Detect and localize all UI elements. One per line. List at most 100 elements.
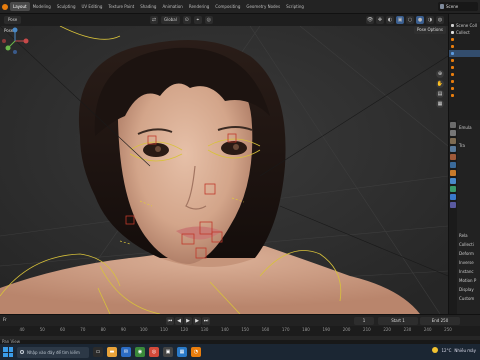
weather-icon[interactable] (432, 347, 439, 353)
viewport-header: Pose ⇄ Global ⊙ ⌖ ◎ 👁 ✥ ◐ ▣ ○ ● ◑ ◍ (0, 14, 448, 26)
prev-key-icon[interactable]: ◀ (175, 317, 183, 325)
visibility-icon[interactable]: 👁 (366, 16, 374, 24)
windows-start-icon[interactable] (3, 347, 13, 357)
modifier-tab-icon[interactable] (450, 178, 456, 184)
jump-end-icon[interactable]: ⏭ (202, 317, 210, 325)
workspace-tab-animation[interactable]: Animation (159, 2, 185, 11)
file-explorer-icon[interactable]: ▬ (107, 347, 117, 357)
outliner-item[interactable]: Scene Coll (449, 22, 480, 29)
workspace-tab-geometry-nodes[interactable]: Geometry Nodes (243, 2, 283, 11)
orientation-icon[interactable]: ⇄ (150, 16, 158, 24)
photos-icon[interactable]: ▦ (177, 347, 187, 357)
x-axis-icon[interactable] (23, 38, 29, 44)
property-row[interactable]: Emula (459, 124, 472, 131)
system-tray: 12°C Nhiều mây (432, 347, 476, 353)
pan-hand-icon[interactable]: ✋ (436, 80, 444, 88)
workspace-tab-compositing[interactable]: Compositing (212, 2, 243, 11)
object-tab-icon[interactable] (450, 170, 456, 176)
blender-logo-icon[interactable] (2, 3, 8, 10)
app-3d-icon[interactable]: ▣ (163, 347, 173, 357)
orientation-dropdown[interactable]: Global (161, 16, 180, 24)
property-row[interactable]: Motion P (459, 277, 476, 284)
output-tab-icon[interactable] (450, 138, 456, 144)
outliner-item[interactable]: Collect (449, 29, 480, 36)
outliner-item[interactable] (449, 78, 480, 85)
chrome-icon[interactable]: ◎ (149, 347, 159, 357)
property-row[interactable]: Deform (459, 250, 474, 257)
outliner-item[interactable] (449, 64, 480, 71)
property-row[interactable]: Display (459, 286, 474, 293)
workspace-tab-shading[interactable]: Shading (137, 2, 159, 11)
end-frame-field[interactable]: End 250 (420, 317, 460, 325)
timeline-ruler[interactable]: 40 50 60 70 80 90 100 110 120 130 140 150 160 170 180 1… (0, 326, 480, 336)
proportional-edit-icon[interactable]: ◎ (204, 16, 213, 24)
gizmo-toggle-icon[interactable]: ✥ (376, 16, 384, 24)
taskbar-search[interactable]: Nhập vào đây để tìm kiếm (17, 346, 89, 358)
navigation-gizmo[interactable] (0, 26, 30, 56)
rendered-shading-icon[interactable]: ◍ (436, 16, 444, 24)
pose-options-button[interactable]: Pose Options (414, 26, 446, 34)
y-axis-icon[interactable] (5, 45, 11, 51)
timeline-tick-label: 220 (383, 327, 391, 332)
snap-icon[interactable]: ⌖ (193, 16, 202, 24)
wireframe-shading-icon[interactable]: ○ (406, 16, 414, 24)
pivot-icon[interactable]: ⊙ (182, 16, 191, 24)
3d-viewport[interactable]: Pose Pose Options ⊕ ✋ ▤ ▦ (0, 26, 448, 314)
overlay-icon[interactable]: ◐ (386, 16, 394, 24)
workspace-tab-rendering[interactable]: Rendering (186, 2, 212, 11)
z-axis-icon[interactable] (12, 27, 18, 33)
scene-controls: Scene (438, 2, 478, 11)
mail-icon[interactable]: ✉ (121, 347, 131, 357)
start-frame-field[interactable]: Start 1 (378, 317, 418, 325)
outliner-item[interactable] (449, 50, 480, 57)
outliner-item[interactable] (449, 57, 480, 64)
property-row[interactable]: Inverse (459, 259, 474, 266)
property-row[interactable]: Rela (459, 232, 468, 239)
xray-icon[interactable]: ▣ (396, 16, 404, 24)
workspace-tab-texture-paint[interactable]: Texture Paint (105, 2, 137, 11)
outliner-item[interactable] (449, 36, 480, 43)
browser-icon[interactable]: ◉ (135, 347, 145, 357)
end-value: 250 (440, 318, 449, 323)
timeline-header: Fr ⏮ ◀ ▶ ▶ ⏭ 1 Start 1 End 250 (0, 314, 480, 326)
current-frame-field[interactable]: 1 (354, 317, 374, 325)
workspace-tab-modeling[interactable]: Modeling (30, 2, 54, 11)
timeline-tick-label: 170 (281, 327, 290, 332)
timeline-label: Fr (3, 317, 7, 322)
blender-taskbar-icon[interactable]: ◔ (191, 347, 201, 357)
property-row[interactable]: Collecti (459, 241, 474, 248)
tool-tab-icon[interactable] (450, 122, 456, 128)
right-iris (233, 144, 239, 150)
jump-start-icon[interactable]: ⏮ (166, 317, 174, 325)
outliner-item[interactable] (449, 92, 480, 99)
property-row[interactable]: Tra (459, 142, 465, 149)
timeline-tick-label: 70 (80, 327, 86, 332)
next-key-icon[interactable]: ▶ (193, 317, 201, 325)
interaction-mode-dropdown[interactable]: Pose (4, 16, 22, 24)
zoom-icon[interactable]: ⊕ (436, 70, 444, 78)
world-tab-icon[interactable] (450, 162, 456, 168)
play-icon[interactable]: ▶ (184, 317, 192, 325)
workspace-tab-scripting[interactable]: Scripting (283, 2, 307, 11)
workspace-tab-sculpting[interactable]: Sculpting (54, 2, 79, 11)
camera-view-icon[interactable]: ▤ (436, 90, 444, 98)
outliner-item[interactable] (449, 85, 480, 92)
solid-shading-icon[interactable]: ● (416, 16, 424, 24)
constraint-tab-icon[interactable] (450, 186, 456, 192)
perspective-toggle-icon[interactable]: ▦ (436, 100, 444, 108)
task-view-icon[interactable]: ▭ (93, 347, 103, 357)
outliner-item[interactable] (449, 71, 480, 78)
workspace-tab-layout[interactable]: Layout (10, 2, 30, 11)
render-tab-icon[interactable] (450, 130, 456, 136)
bone-tab-icon[interactable] (450, 194, 456, 200)
outliner-item[interactable] (449, 43, 480, 50)
scene-selector[interactable]: Scene (438, 2, 478, 11)
property-row[interactable]: Custom (459, 295, 474, 302)
material-shading-icon[interactable]: ◑ (426, 16, 434, 24)
left-iris (155, 146, 161, 152)
property-row[interactable]: Instanc (459, 268, 474, 275)
scene-tab-icon[interactable] (450, 154, 456, 160)
data-tab-icon[interactable] (450, 202, 456, 208)
workspace-tab-uv-editing[interactable]: UV Editing (79, 2, 106, 11)
view-layer-tab-icon[interactable] (450, 146, 456, 152)
